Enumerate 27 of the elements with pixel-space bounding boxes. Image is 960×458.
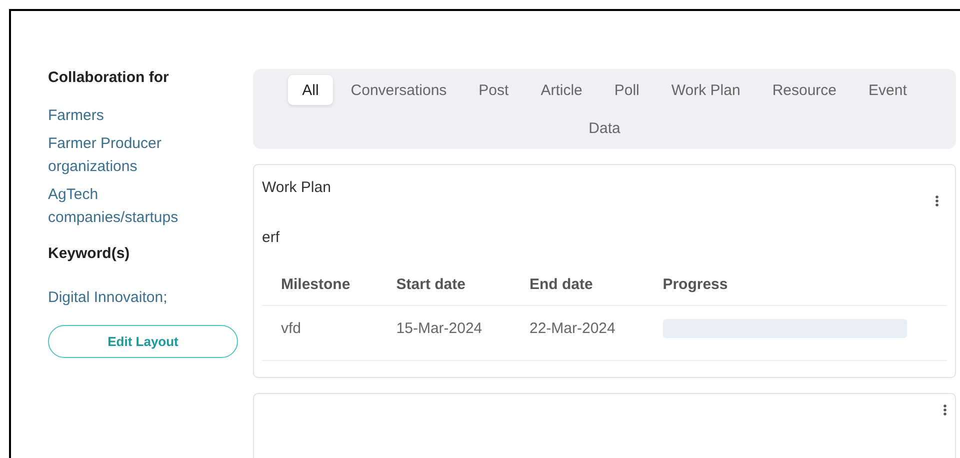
filter-tab[interactable]: All (288, 75, 333, 105)
keyword-link[interactable]: Digital Innovaiton; (48, 289, 168, 306)
column-header: Milestone (262, 264, 378, 306)
section-heading: Keyword(s) (48, 245, 131, 262)
table-cell: vfd (262, 306, 378, 360)
filter-tab[interactable]: Resource (758, 75, 851, 105)
filter-tab[interactable]: Event (854, 75, 921, 105)
filter-tab[interactable]: Work Plan (657, 75, 754, 105)
collaboration-link[interactable]: Farmer Producer organizations (48, 132, 208, 178)
filter-tab[interactable]: Article (526, 75, 596, 105)
filter-tab[interactable]: Data (574, 113, 634, 143)
card-description: erf (262, 229, 281, 246)
column-header: Progress (644, 264, 947, 306)
filter-tab[interactable]: Post (464, 75, 523, 105)
column-header: Start date (377, 264, 510, 306)
section-heading: Collaboration for (48, 69, 170, 86)
collaboration-link[interactable]: AgTech companies/startups (48, 183, 208, 229)
more-options-icon[interactable] (943, 404, 947, 416)
column-header: End date (510, 264, 644, 306)
more-options-icon[interactable] (935, 195, 939, 207)
filter-tab[interactable]: Conversations (336, 75, 461, 105)
edit-layout-button[interactable]: Edit Layout (48, 325, 238, 358)
filter-tab[interactable]: Poll (600, 75, 654, 105)
card-title: Work Plan (262, 179, 331, 196)
table-cell: 22-Mar-2024 (510, 306, 644, 360)
collaboration-link[interactable]: Farmers (48, 104, 208, 127)
table-cell: 15-Mar-2024 (377, 306, 510, 360)
